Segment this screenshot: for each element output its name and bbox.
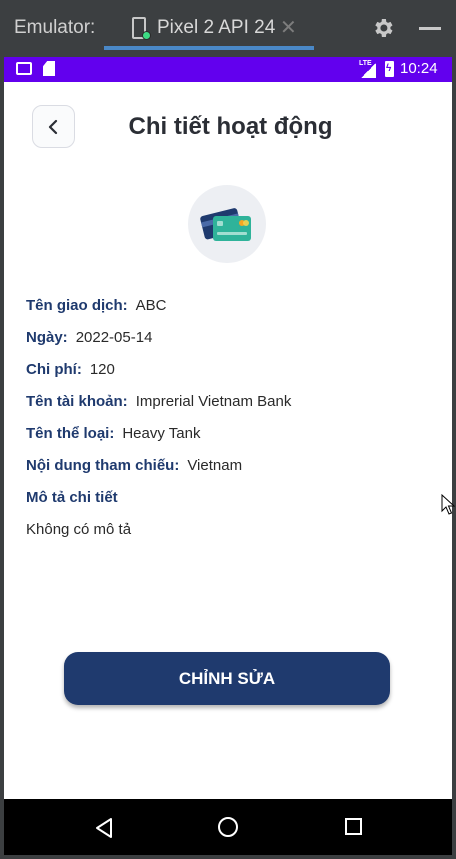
navigation-bar: [4, 799, 452, 855]
page-title: Chi tiết hoạt động: [128, 113, 333, 140]
gear-icon[interactable]: [371, 16, 395, 40]
detail-row-reference: Nội dung tham chiếu: Vietnam: [26, 457, 242, 474]
edit-button[interactable]: CHỈNH SỬA: [64, 652, 390, 705]
device-running-indicator-icon: [142, 31, 151, 40]
device-screen: LTE ϟ 10:24 Chi tiết hoạt động: [4, 57, 452, 855]
charging-bolt-icon: ϟ: [386, 63, 392, 74]
credit-card-icon: [200, 208, 251, 241]
status-bar: LTE ϟ 10:24: [4, 57, 452, 82]
status-time: 10:24: [400, 60, 438, 77]
detail-value: Imprerial Vietnam Bank: [135, 393, 292, 410]
detail-value: 120: [89, 361, 115, 378]
emulator-title: Emulator:: [14, 17, 96, 38]
sd-card-icon: [43, 61, 55, 76]
emulator-toolbar: Emulator: Pixel 2 API 24 ✕: [0, 0, 456, 56]
detail-row-account-name: Tên tài khoản: Imprerial Vietnam Bank: [26, 393, 291, 410]
detail-row-transaction-name: Tên giao dịch: ABC: [26, 297, 167, 314]
minimize-icon[interactable]: [419, 27, 441, 30]
detail-value: Heavy Tank: [122, 425, 201, 442]
description-value: Không có mô tả: [26, 521, 132, 538]
signal-icon: [361, 63, 376, 78]
transaction-icon-badge: [188, 185, 266, 263]
detail-value: 2022-05-14: [75, 329, 153, 346]
tab-close-icon[interactable]: ✕: [280, 15, 297, 40]
detail-value: ABC: [135, 297, 167, 314]
home-circle-icon[interactable]: [218, 817, 238, 837]
back-triangle-icon[interactable]: [94, 817, 114, 839]
detail-row-date: Ngày: 2022-05-14: [26, 329, 152, 346]
detail-label: Tên tài khoản:: [26, 393, 128, 410]
mouse-cursor-icon: [441, 494, 455, 515]
recents-square-icon[interactable]: [345, 818, 362, 835]
message-notification-icon: [16, 62, 32, 75]
detail-label: Nội dung tham chiếu:: [26, 457, 180, 474]
detail-label: Tên giao dịch:: [26, 297, 128, 314]
active-tab-indicator: [104, 46, 314, 50]
device-tab-label[interactable]: Pixel 2 API 24: [157, 17, 275, 39]
emulator-window: Emulator: Pixel 2 API 24 ✕ LTE ϟ 10:24 C…: [0, 0, 456, 859]
description-label: Mô tả chi tiết: [26, 489, 118, 506]
detail-label: Tên thể loại:: [26, 425, 115, 442]
detail-label: Chi phí:: [26, 361, 82, 378]
detail-value: Vietnam: [187, 457, 243, 474]
detail-row-category-name: Tên thể loại: Heavy Tank: [26, 425, 200, 442]
detail-row-cost: Chi phí: 120: [26, 361, 115, 378]
detail-label: Ngày:: [26, 329, 68, 346]
